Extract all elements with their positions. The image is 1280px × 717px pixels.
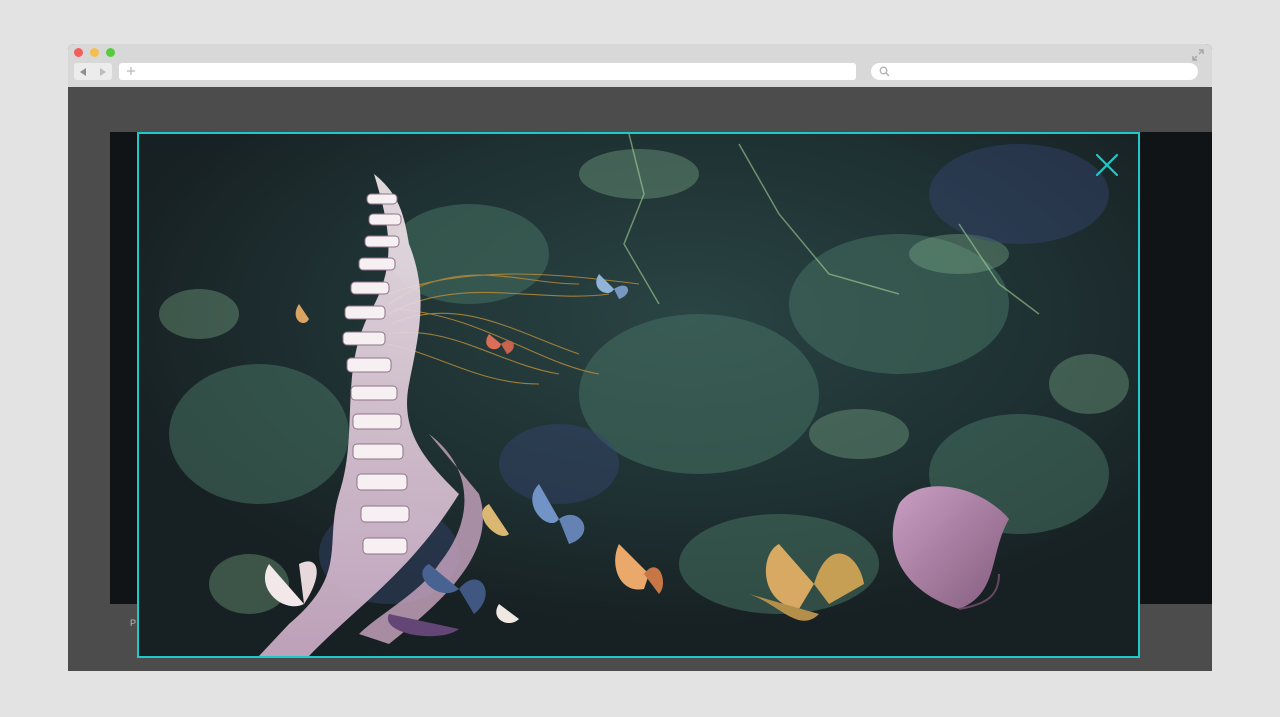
search-icon: [879, 66, 890, 77]
navigation-buttons: [74, 63, 112, 80]
back-arrow-icon: [80, 67, 86, 76]
background-caption: P: [130, 618, 137, 628]
maximize-window-button[interactable]: [106, 48, 115, 57]
search-bar[interactable]: [871, 63, 1198, 80]
forward-arrow-icon: [100, 67, 106, 76]
address-bar[interactable]: [119, 63, 856, 80]
close-icon[interactable]: [1094, 152, 1120, 178]
fullscreen-icon[interactable]: [1192, 49, 1204, 61]
browser-window: P: [68, 44, 1212, 671]
artwork-image: [139, 134, 1138, 656]
minimize-window-button[interactable]: [90, 48, 99, 57]
close-window-button[interactable]: [74, 48, 83, 57]
browser-toolbar: [68, 44, 1212, 87]
plus-icon[interactable]: [125, 65, 137, 77]
back-button[interactable]: [74, 63, 93, 80]
forward-button[interactable]: [93, 63, 112, 80]
lightbox-modal: [137, 132, 1140, 658]
page-viewport: P: [68, 87, 1212, 671]
